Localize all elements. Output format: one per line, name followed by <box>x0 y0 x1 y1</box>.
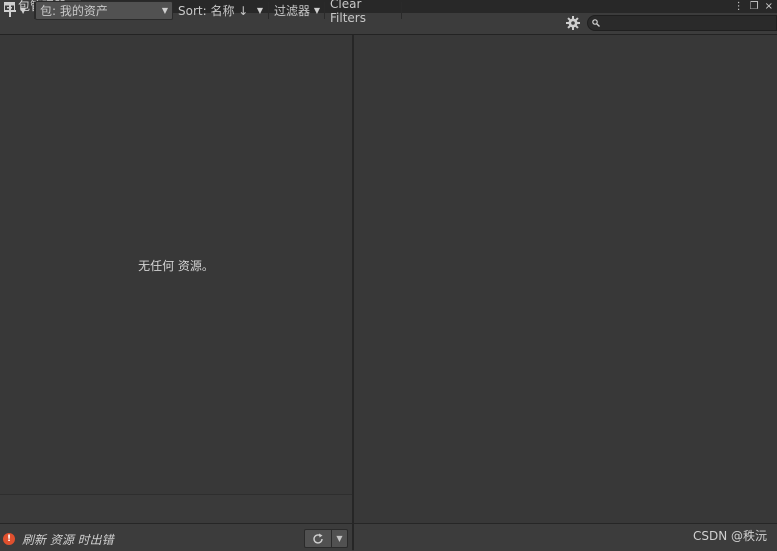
chevron-down-icon: ▼ <box>336 534 343 543</box>
empty-list-message: 无任何 资源。 <box>138 259 214 273</box>
toolbar-separator <box>268 2 269 19</box>
search-field[interactable] <box>587 15 777 31</box>
settings-button[interactable] <box>566 16 580 33</box>
sort-dropdown-label: Sort: 名称 ↓ <box>178 4 249 18</box>
packages-dropdown-label: 包: 我的资产 <box>40 4 108 18</box>
more-options-icon[interactable]: ⋮ <box>734 1 744 12</box>
search-input[interactable] <box>602 16 772 30</box>
chevron-down-icon: ▼ <box>20 6 27 15</box>
close-icon[interactable]: × <box>765 1 773 12</box>
search-icon <box>592 19 600 27</box>
package-details-pane <box>354 35 777 524</box>
filter-dropdown[interactable]: 过滤器 ▼ <box>270 1 324 20</box>
gear-icon <box>566 16 580 30</box>
add-package-button[interactable]: ▼ <box>0 1 34 20</box>
sort-dropdown[interactable]: Sort: 名称 ↓ ▼ <box>174 1 267 20</box>
refresh-action[interactable] <box>305 530 332 547</box>
status-message: 刷新 资源 时出错 <box>22 533 114 547</box>
error-icon: ! <box>3 533 15 545</box>
toolbar-separator <box>324 2 325 19</box>
chevron-down-icon: ▼ <box>313 6 320 15</box>
maximize-icon[interactable]: ❐ <box>750 1 759 12</box>
refresh-button[interactable]: ▼ <box>304 529 348 548</box>
packages-dropdown[interactable]: 包: 我的资产 ▼ <box>35 1 173 20</box>
clear-filters-label: Clear Filters <box>330 0 366 25</box>
plus-icon <box>4 4 16 17</box>
refresh-icon <box>313 533 323 544</box>
window-controls: ⋮ ❐ × <box>734 0 773 13</box>
watermark: CSDN @秩沅 <box>693 529 768 543</box>
filter-dropdown-label: 过滤器 <box>274 4 311 18</box>
chevron-down-icon: ▼ <box>256 6 263 15</box>
chevron-down-icon: ▼ <box>161 6 168 15</box>
package-list-footer <box>0 494 352 523</box>
toolbar-separator <box>401 2 402 19</box>
clear-filters-button[interactable]: Clear Filters <box>326 0 402 25</box>
refresh-options-dropdown[interactable]: ▼ <box>332 530 347 547</box>
